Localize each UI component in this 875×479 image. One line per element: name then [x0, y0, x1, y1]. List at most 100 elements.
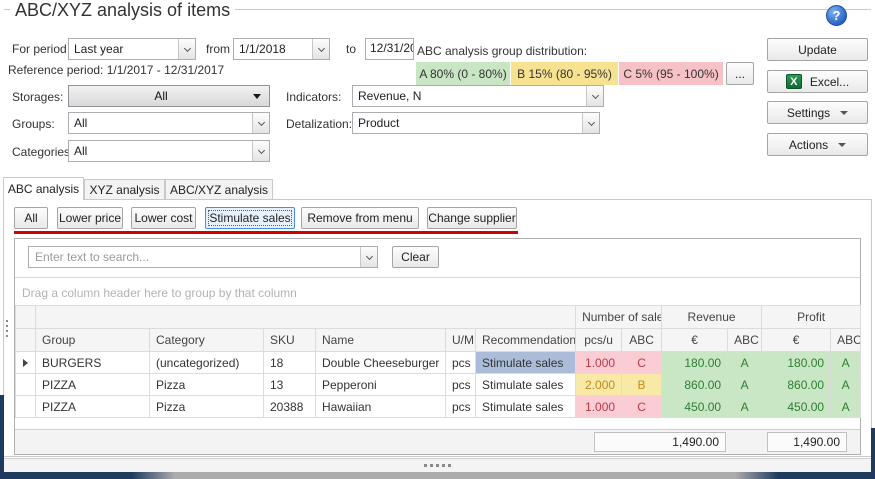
abc-distribution-more-button[interactable]: ...: [726, 62, 754, 85]
profit-abc-cell[interactable]: A: [831, 374, 861, 396]
group-cell[interactable]: PIZZA: [36, 396, 150, 418]
um-cell[interactable]: pcs: [446, 374, 476, 396]
column-header-revenue-abc[interactable]: ABC: [728, 329, 762, 352]
categories-combobox[interactable]: All: [68, 140, 270, 162]
groups-combobox[interactable]: All: [68, 112, 270, 134]
column-header-pcs[interactable]: pcs/u: [576, 329, 622, 352]
sales-cell[interactable]: 2.000: [576, 374, 622, 396]
storages-dropdown[interactable]: All: [68, 85, 270, 107]
excel-button[interactable]: X Excel...: [767, 70, 868, 93]
filter-lower-price-button[interactable]: Lower price: [57, 207, 123, 229]
categories-value: All: [69, 142, 252, 160]
categories-dropdown-button[interactable]: [252, 141, 269, 161]
groups-dropdown-button[interactable]: [252, 113, 269, 133]
settings-button[interactable]: Settings: [767, 101, 868, 124]
to-date-field[interactable]: 12/31/20: [365, 38, 414, 60]
revenue-abc-cell[interactable]: A: [728, 352, 762, 374]
clear-search-button[interactable]: Clear: [392, 246, 439, 268]
group-cell[interactable]: BURGERS: [36, 352, 150, 374]
profit-cell[interactable]: 450.00: [762, 396, 831, 418]
tab-abc-analysis[interactable]: ABC analysis: [3, 177, 84, 200]
chevron-down-icon: [257, 118, 264, 125]
sales-abc-cell[interactable]: B: [622, 374, 662, 396]
revenue-cell[interactable]: 180.00: [662, 352, 728, 374]
name-cell[interactable]: Double Cheeseburger: [316, 352, 446, 374]
tab-abcxyz-analysis[interactable]: ABC/XYZ analysis: [165, 179, 273, 199]
column-header-group[interactable]: Group: [36, 329, 150, 352]
profit-cell[interactable]: 860.00: [762, 374, 831, 396]
groups-value: All: [69, 114, 252, 132]
from-date-value: 1/1/2018: [234, 40, 312, 58]
column-header-um[interactable]: U/M: [446, 329, 476, 352]
profit-abc-cell[interactable]: A: [831, 352, 861, 374]
tab-xyz-analysis[interactable]: XYZ analysis: [84, 179, 165, 199]
filter-lower-cost-button[interactable]: Lower cost: [131, 207, 196, 229]
profit-abc-cell[interactable]: A: [831, 396, 861, 418]
sales-abc-cell[interactable]: C: [622, 396, 662, 418]
revenue-cell[interactable]: 860.00: [662, 374, 728, 396]
help-icon[interactable]: ?: [826, 5, 847, 26]
filter-all-button[interactable]: All: [14, 207, 48, 229]
profit-cell[interactable]: 180.00: [762, 352, 831, 374]
chevron-down-icon: [257, 146, 264, 153]
category-cell[interactable]: Pizza: [150, 374, 264, 396]
column-header-sku[interactable]: SKU: [264, 329, 316, 352]
revenue-abc-cell[interactable]: A: [728, 374, 762, 396]
detalization-dropdown-button[interactable]: [582, 113, 599, 133]
recommendation-cell[interactable]: Stimulate sales: [476, 396, 576, 418]
column-header-recommendations[interactable]: Recommendations: [476, 329, 576, 352]
abc-group-b-chip: B 15% (80 - 95%): [511, 62, 618, 85]
column-header-revenue-eur[interactable]: €: [662, 329, 728, 352]
period-combobox[interactable]: Last year: [68, 38, 196, 60]
from-date-dropdown-button[interactable]: [312, 39, 329, 59]
current-row-arrow-icon: [23, 359, 28, 367]
bottom-splitter[interactable]: [0, 458, 875, 472]
sku-cell[interactable]: 13: [264, 374, 316, 396]
row-indicator-header: [16, 329, 36, 352]
indicators-dropdown-button[interactable]: [586, 86, 603, 106]
band-header-revenue[interactable]: Revenue: [662, 306, 762, 329]
column-header-profit-eur[interactable]: €: [762, 329, 831, 352]
caret-down-icon: [838, 143, 846, 147]
indicators-combobox[interactable]: Revenue, N: [352, 85, 604, 107]
sku-cell[interactable]: 18: [264, 352, 316, 374]
update-button[interactable]: Update: [767, 38, 868, 61]
column-header-category[interactable]: Category: [150, 329, 264, 352]
revenue-abc-cell[interactable]: A: [728, 396, 762, 418]
recommendation-cell[interactable]: Stimulate sales: [476, 352, 576, 374]
column-header-sales-abc[interactable]: ABC: [622, 329, 662, 352]
filter-stimulate-sales-button[interactable]: Stimulate sales: [205, 207, 295, 229]
recommendation-cell[interactable]: Stimulate sales: [476, 374, 576, 396]
column-header-profit-abc[interactable]: ABC: [831, 329, 861, 352]
group-cell[interactable]: PIZZA: [36, 374, 150, 396]
um-cell[interactable]: pcs: [446, 352, 476, 374]
band-header-profit[interactable]: Profit: [762, 306, 861, 329]
group-by-hint[interactable]: Drag a column header here to group by th…: [22, 286, 297, 300]
filter-change-supplier-button[interactable]: Change supplier: [427, 207, 517, 229]
table-row[interactable]: BURGERS (uncategorized) 18 Double Cheese…: [16, 352, 861, 374]
search-input[interactable]: [28, 246, 378, 268]
name-cell[interactable]: Hawaiian: [316, 396, 446, 418]
sales-abc-cell[interactable]: C: [622, 352, 662, 374]
table-row[interactable]: PIZZA Pizza 13 Pepperoni pcs Stimulate s…: [16, 374, 861, 396]
um-cell[interactable]: pcs: [446, 396, 476, 418]
grid-footer: 1,490.00 1,490.00: [15, 429, 860, 454]
category-cell[interactable]: Pizza: [150, 396, 264, 418]
from-date-combobox[interactable]: 1/1/2018: [233, 38, 330, 60]
band-header-number-of-sales[interactable]: Number of sales: [576, 306, 662, 329]
column-header-name[interactable]: Name: [316, 329, 446, 352]
name-cell[interactable]: Pepperoni: [316, 374, 446, 396]
filter-remove-from-menu-button[interactable]: Remove from menu: [301, 207, 419, 229]
left-splitter-handle[interactable]: [3, 320, 11, 337]
period-dropdown-button[interactable]: [178, 39, 195, 59]
sales-cell[interactable]: 1.000: [576, 352, 622, 374]
actions-button[interactable]: Actions: [767, 133, 868, 156]
excel-icon: X: [786, 74, 802, 89]
revenue-cell[interactable]: 450.00: [662, 396, 728, 418]
search-dropdown-button[interactable]: [360, 247, 377, 267]
sales-cell[interactable]: 1.000: [576, 396, 622, 418]
detalization-combobox[interactable]: Product: [352, 112, 600, 134]
table-row[interactable]: PIZZA Pizza 20388 Hawaiian pcs Stimulate…: [16, 396, 861, 418]
category-cell[interactable]: (uncategorized): [150, 352, 264, 374]
sku-cell[interactable]: 20388: [264, 396, 316, 418]
